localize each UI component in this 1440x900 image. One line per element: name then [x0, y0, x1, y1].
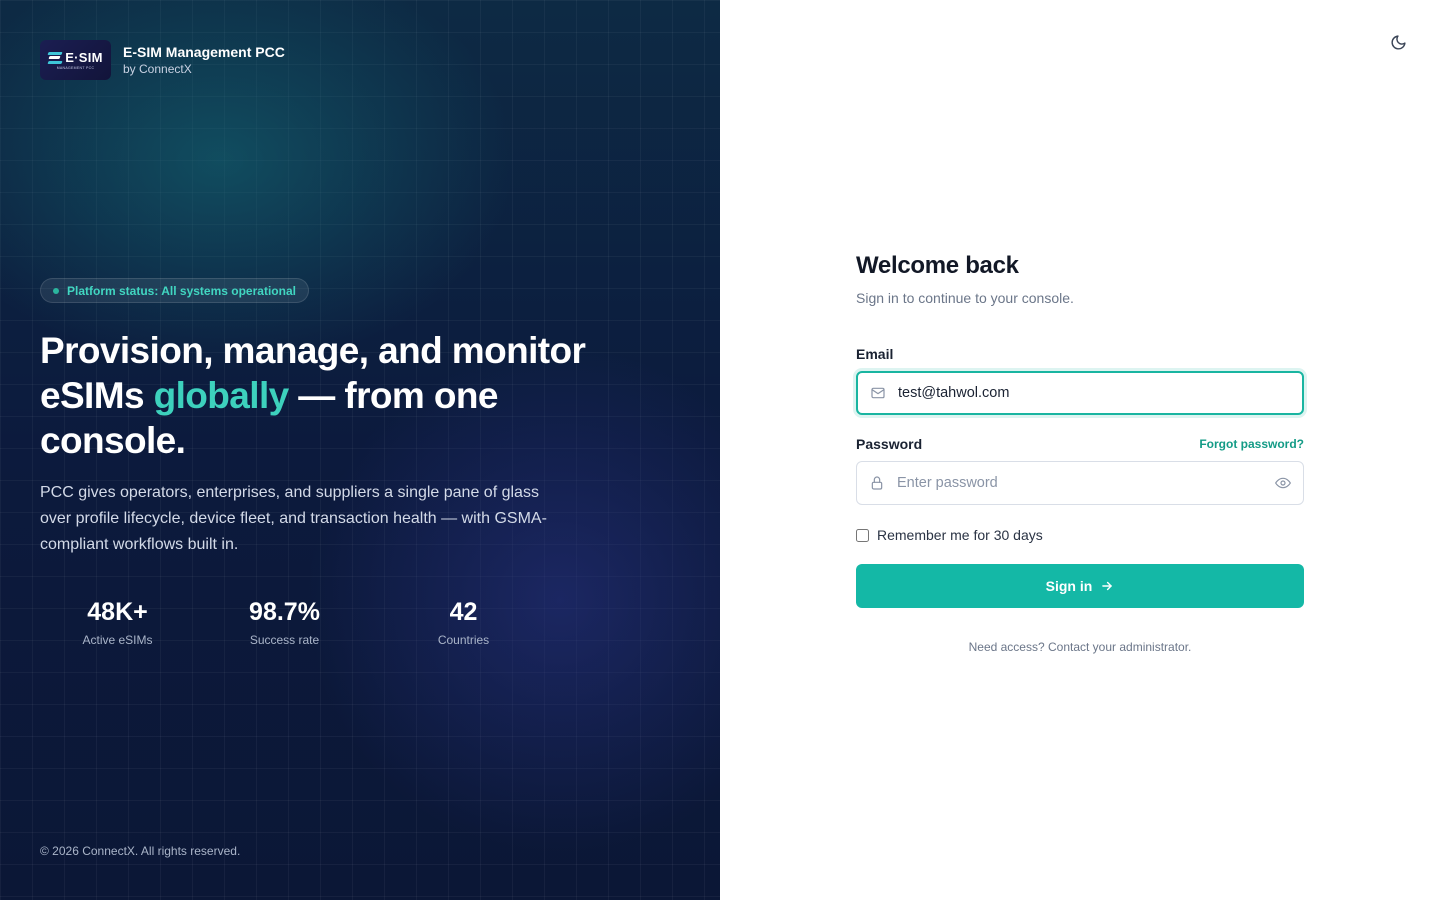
esim-logo-icon — [47, 51, 63, 64]
stat-label: Countries — [437, 633, 490, 647]
platform-status-badge: Platform status: All systems operational — [40, 278, 309, 303]
hero-headline: Provision, manage, and monitor eSIMs glo… — [40, 328, 600, 463]
logo-subtext: MANAGEMENT PCC — [56, 66, 95, 70]
stat-label: Active eSIMs — [82, 633, 153, 647]
stats-row: 48K+ Active eSIMs 98.7% Success rate 42 … — [40, 597, 553, 649]
hero-description: PCC gives operators, enterprises, and su… — [40, 484, 547, 553]
stat-label: Success rate — [249, 633, 320, 647]
stat-success-rate: 98.7% Success rate — [195, 597, 374, 649]
headline-accent: globally — [153, 375, 290, 416]
moon-icon — [1391, 34, 1406, 49]
brand: E·SIM MANAGEMENT PCC E-SIM Management PC… — [40, 40, 285, 80]
email-group: Email — [856, 344, 1304, 415]
platform-status-text: Platform status: All systems operational — [67, 283, 296, 298]
logo-text: E·SIM — [65, 50, 103, 65]
email-label: Email — [856, 346, 894, 362]
brand-title: E-SIM Management PCC — [123, 44, 285, 60]
arrow-right-icon — [1102, 581, 1113, 591]
email-field-wrapper — [856, 371, 1304, 415]
need-access-note: Need access? Contact your administrator. — [968, 640, 1192, 654]
email-field[interactable] — [858, 373, 1302, 413]
eye-icon — [1275, 477, 1291, 489]
stat-countries: 42 Countries — [374, 597, 553, 649]
lock-icon — [869, 475, 885, 491]
stat-value: 48K+ — [87, 598, 148, 626]
brand-logo: E·SIM MANAGEMENT PCC — [40, 40, 111, 80]
forgot-password-link[interactable]: Forgot password? — [1199, 437, 1304, 451]
remember-me-checkbox[interactable] — [856, 528, 869, 542]
theme-toggle-button[interactable] — [1383, 27, 1413, 57]
sign-in-label: Sign in — [1045, 578, 1093, 594]
brand-subtitle: by ConnectX — [123, 62, 192, 76]
password-field[interactable] — [857, 462, 1303, 504]
remember-me[interactable]: Remember me for 30 days — [856, 527, 1304, 543]
hero-panel: E·SIM MANAGEMENT PCC E-SIM Management PC… — [0, 0, 720, 900]
password-field-wrapper — [856, 461, 1304, 505]
password-group: Password Forgot password? — [856, 434, 1304, 505]
mail-icon — [870, 385, 886, 401]
form-title: Welcome back — [856, 252, 1019, 279]
status-dot-icon — [53, 287, 59, 294]
remember-me-label: Remember me for 30 days — [877, 527, 1043, 543]
show-password-button[interactable] — [1274, 474, 1292, 492]
form-subtitle: Sign in to continue to your console. — [856, 290, 1074, 306]
stat-value: 98.7% — [249, 598, 320, 626]
sign-in-button[interactable]: Sign in — [856, 564, 1304, 608]
password-label: Password — [856, 436, 923, 452]
stat-active-esims: 48K+ Active eSIMs — [40, 597, 195, 649]
copyright: © 2026 ConnectX. All rights reserved. — [40, 844, 241, 858]
login-form: Welcome back Sign in to continue to your… — [856, 250, 1304, 654]
stat-value: 42 — [449, 598, 478, 626]
